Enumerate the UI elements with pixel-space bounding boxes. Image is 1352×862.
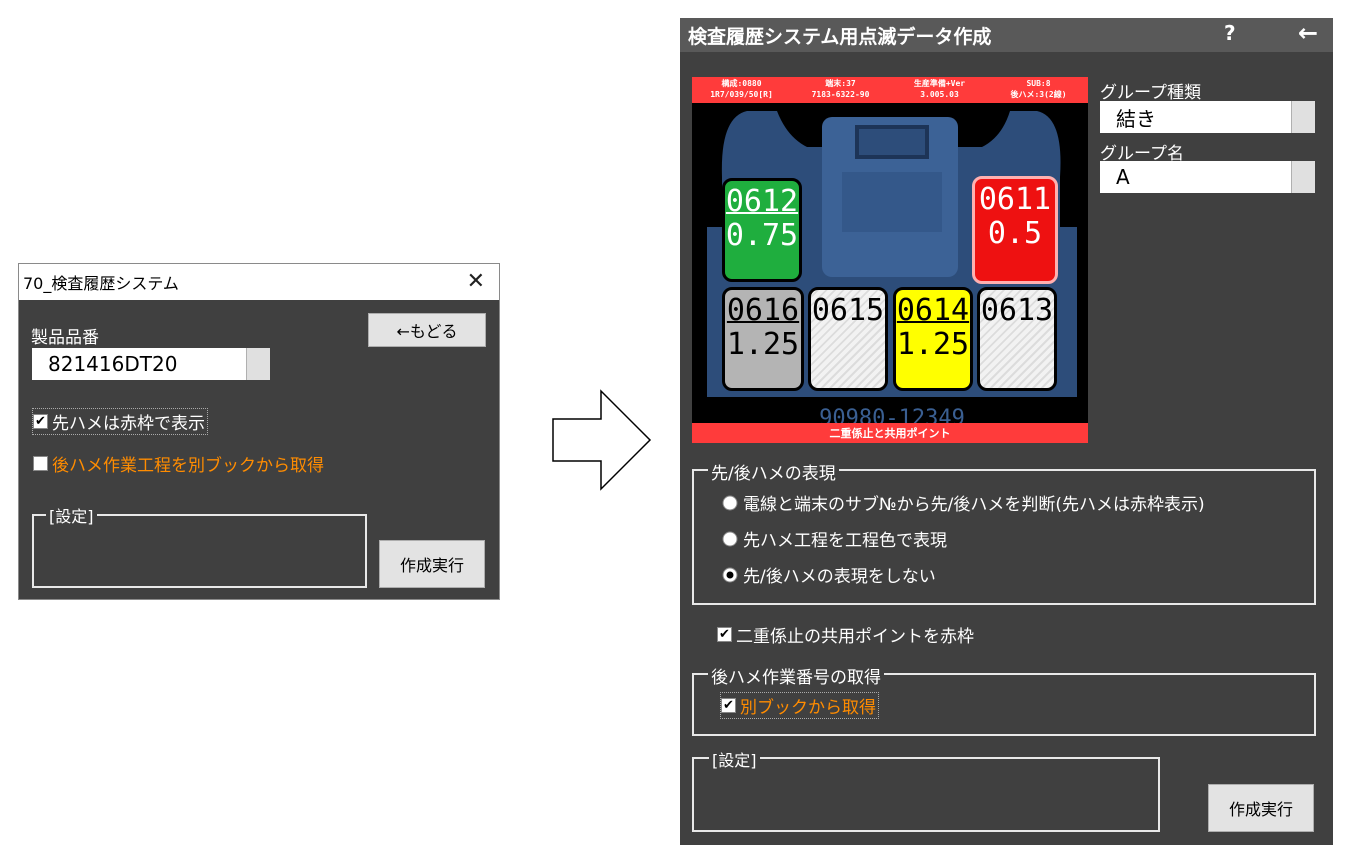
radio-row-3[interactable]: 先/後ハメの表現をしない xyxy=(722,562,936,587)
double-lock-checkbox[interactable]: ✔ xyxy=(717,627,732,642)
radio-button-3[interactable] xyxy=(722,567,738,583)
other-book-check-row[interactable]: ✔ 別ブックから取得 xyxy=(720,692,879,719)
small-dialog-titlebar: 70_検査履歴システム ✕ xyxy=(19,264,499,300)
connector-image: 構成:0880 1R7/039/50[R] 端末:37 7183-6322-90 生… xyxy=(692,77,1088,443)
group-type-label: グループ種類 xyxy=(1100,83,1201,103)
radio-label-3: 先/後ハメの表現をしない xyxy=(743,567,936,587)
cavity-0614: 0614 1.25 xyxy=(893,287,973,391)
dropdown-button[interactable] xyxy=(1291,101,1315,133)
dropdown-button[interactable] xyxy=(246,348,270,380)
cavity-0611: 0611 0.5 xyxy=(972,176,1058,284)
small-dialog: 70_検査履歴システム ✕ 製品品番 ←もどる 821416DT20 ✔ 先ハメ… xyxy=(18,263,500,600)
radio-label-1: 電線と端末のサブ№から先/後ハメを判断(先ハメは赤枠表示) xyxy=(743,495,1205,515)
product-number-combo[interactable]: 821416DT20 xyxy=(32,348,270,380)
settings-frame-title: [設定] xyxy=(46,503,97,527)
group-type-value: 結き xyxy=(1116,106,1156,131)
large-dialog-titlebar: 検査履歴システム用点滅データ作成 ? ← xyxy=(680,18,1333,52)
other-book-label: 別ブックから取得 xyxy=(740,698,876,718)
connector-footer: 二重係止と共用ポイント xyxy=(692,423,1088,443)
large-dialog-title: 検査履歴システム用点滅データ作成 xyxy=(688,25,992,48)
red-frame-check-row[interactable]: ✔ 先ハメは赤枠で表示 xyxy=(32,408,208,435)
cavity-0613: 0613 xyxy=(977,287,1057,391)
run-button[interactable]: 作成実行 xyxy=(379,540,485,588)
red-frame-check-label: 先ハメは赤枠で表示 xyxy=(52,414,205,434)
double-lock-check-row[interactable]: ✔ 二重係止の共用ポイントを赤枠 xyxy=(717,622,974,647)
red-frame-checkbox[interactable]: ✔ xyxy=(33,414,48,429)
group-name-value: A xyxy=(1116,165,1130,189)
radio-label-2: 先ハメ工程を工程色で表現 xyxy=(743,531,947,551)
large-dialog: 検査履歴システム用点滅データ作成 ? ← 構成:0880 1R7/039/50[R… xyxy=(680,18,1333,845)
settings-frame-title: [設定] xyxy=(709,747,760,771)
other-book-checkbox[interactable]: ✔ xyxy=(721,698,736,713)
small-dialog-title: 70_検査履歴システム xyxy=(23,274,179,293)
close-icon[interactable]: ✕ xyxy=(467,269,485,294)
radio-button-1[interactable] xyxy=(722,495,738,511)
radio-button-2[interactable] xyxy=(722,531,738,547)
radio-row-2[interactable]: 先ハメ工程を工程色で表現 xyxy=(722,526,947,551)
radio-row-1[interactable]: 電線と端末のサブ№から先/後ハメを判断(先ハメは赤枠表示) xyxy=(722,490,1205,515)
back-arrow-icon[interactable]: ← xyxy=(1298,19,1318,47)
settings-frame xyxy=(692,757,1160,832)
product-label: 製品品番 xyxy=(31,328,99,348)
expression-frame-title: 先/後ハメの表現 xyxy=(708,459,839,484)
help-icon[interactable]: ? xyxy=(1224,21,1236,45)
other-book-check-label: 後ハメ作業工程を別ブックから取得 xyxy=(52,456,324,476)
other-book-check-row[interactable]: 後ハメ作業工程を別ブックから取得 xyxy=(33,451,324,476)
right-arrow-icon xyxy=(552,389,652,491)
run-button[interactable]: 作成実行 xyxy=(1208,784,1314,832)
dropdown-button[interactable] xyxy=(1291,161,1315,193)
group-type-combo[interactable]: 結き xyxy=(1100,101,1315,133)
back-button[interactable]: ←もどる xyxy=(368,313,486,347)
cavity-0615: 0615 xyxy=(808,287,888,391)
cavity-0612: 0612 0.75 xyxy=(722,178,802,282)
other-book-checkbox[interactable] xyxy=(33,456,48,471)
after-fit-frame-title: 後ハメ作業番号の取得 xyxy=(708,663,884,688)
group-name-combo[interactable]: A xyxy=(1100,161,1315,193)
product-number-value: 821416DT20 xyxy=(48,352,178,376)
double-lock-label: 二重係止の共用ポイントを赤枠 xyxy=(736,627,974,647)
cavity-0616: 0616 1.25 xyxy=(722,287,804,391)
